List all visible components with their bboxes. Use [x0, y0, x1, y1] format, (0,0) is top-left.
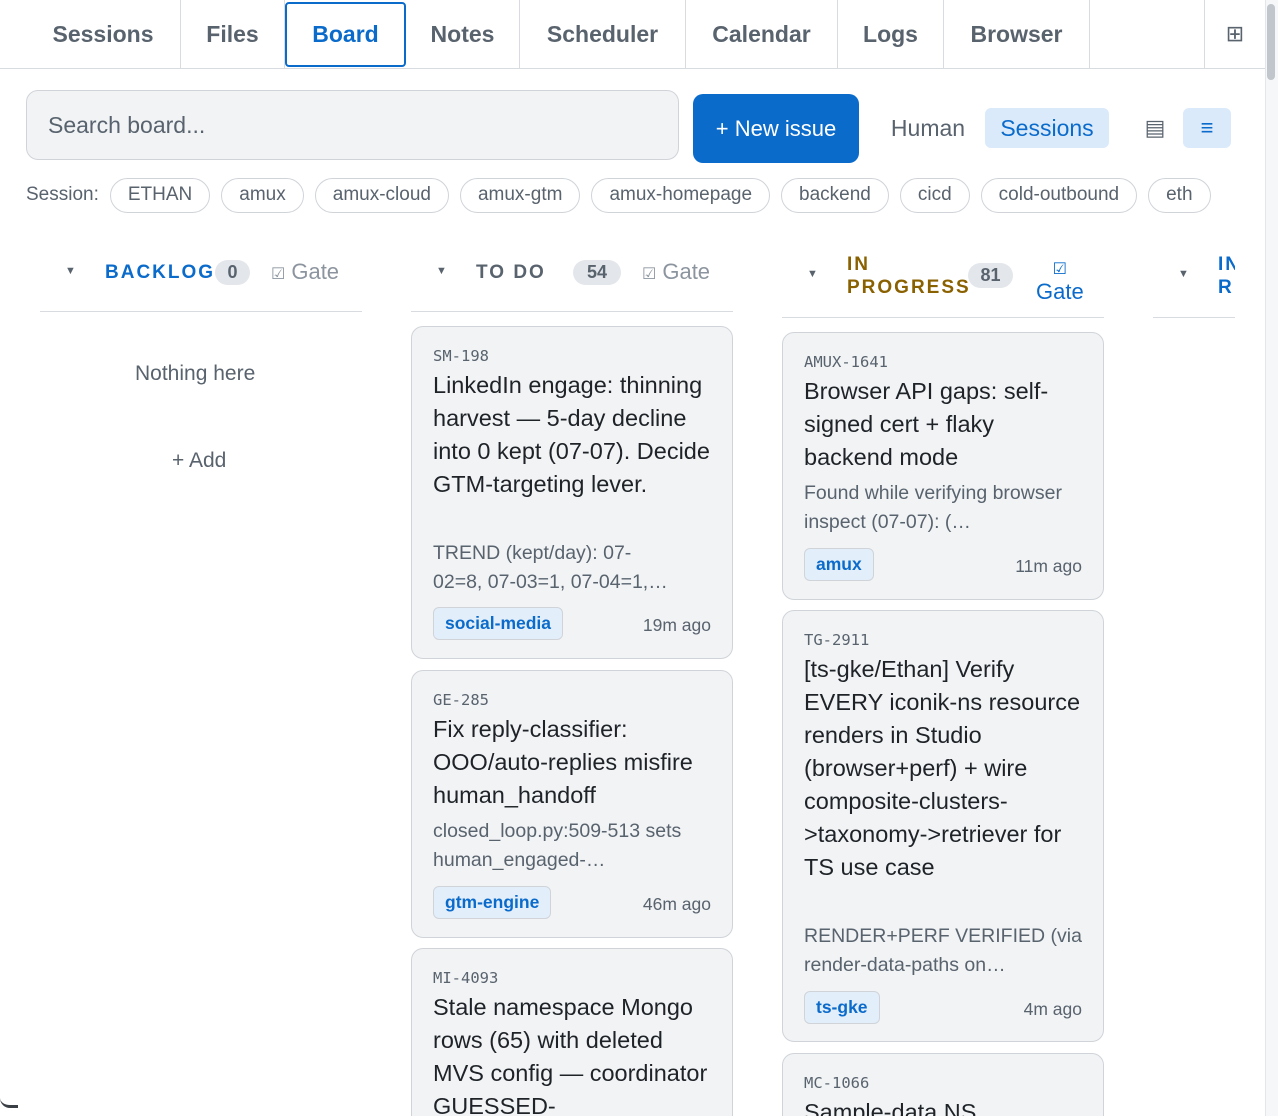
grid-icon[interactable]: ⊞ — [1205, 0, 1265, 68]
main-tab-bar: Sessions Files Board Notes Scheduler Cal… — [0, 0, 1265, 69]
column-title-line-2: RE — [1218, 277, 1235, 298]
session-chip[interactable]: amux-homepage — [591, 177, 771, 213]
session-chip[interactable]: amux-gtm — [459, 177, 581, 213]
session-chip[interactable]: ETHAN — [109, 177, 211, 213]
column-count-badge: 81 — [968, 263, 1013, 288]
compact-view-icon[interactable]: ▤ — [1131, 108, 1179, 148]
tab-notes[interactable]: Notes — [406, 0, 520, 68]
issue-tag[interactable]: social-media — [433, 607, 564, 640]
column-title: BACKLOG — [105, 262, 216, 283]
issue-age: 19m ago — [642, 615, 711, 635]
issue-title: Stale namespace Mongo rows (65) with del… — [433, 994, 708, 1116]
issue-id: AMUX-1641 — [804, 353, 888, 371]
tab-logs[interactable]: Logs — [838, 0, 944, 68]
issue-tag[interactable]: amux — [804, 548, 874, 581]
column-header-todo: ▼ TO DO 54 ☑ Gate — [411, 240, 733, 312]
gate-toggle[interactable]: ☑ Gate — [642, 259, 710, 285]
issue-card[interactable]: AMUX-1641 Browser API gaps: self-signed … — [782, 332, 1104, 600]
issue-id: GE-285 — [433, 691, 489, 709]
column-count-badge: 54 — [573, 260, 621, 285]
session-chip[interactable]: amux — [221, 177, 304, 213]
session-chip[interactable]: eth — [1148, 177, 1211, 213]
issue-title: Browser API gaps: self-signed cert + fla… — [804, 378, 1049, 470]
issue-card[interactable]: TG-2911 [ts-gke/Ethan] Verify EVERY icon… — [782, 610, 1104, 1042]
column-header-backlog: ▼ BACKLOG 0 ☑ Gate — [40, 240, 362, 312]
issue-age: 11m ago — [1015, 556, 1082, 576]
issue-title: Fix reply-classifier: OOO/auto-replies m… — [433, 716, 693, 808]
tab-browser[interactable]: Browser — [944, 0, 1090, 68]
vertical-scrollbar[interactable] — [1265, 0, 1278, 1116]
search-board-input[interactable] — [26, 90, 679, 160]
column-count-badge: 0 — [215, 260, 250, 285]
column-title: TO DO — [476, 262, 546, 283]
checkbox-icon: ☑ — [1052, 261, 1068, 278]
tab-calendar[interactable]: Calendar — [686, 0, 838, 68]
list-view-icon[interactable]: ≡ — [1183, 108, 1231, 148]
issue-description: Found while verifying browser inspect (0… — [804, 482, 1062, 533]
tab-board[interactable]: Board — [285, 2, 406, 67]
tab-bar-spacer — [0, 0, 26, 68]
issue-description-continued: 02=8, 07-03=1, 07-04=1,… — [433, 571, 668, 593]
issue-card[interactable]: MC-1066 Sample-data NS — [782, 1053, 1104, 1116]
issue-age: 4m ago — [1023, 999, 1082, 1019]
empty-column-text: Nothing here — [135, 362, 256, 385]
issue-tag[interactable]: gtm-engine — [433, 886, 552, 919]
issue-card[interactable]: MI-4093 Stale namespace Mongo rows (65) … — [411, 948, 733, 1116]
session-filter-label: Session: — [26, 184, 99, 205]
column-header-in-review: ▼ INRE — [1153, 240, 1235, 318]
gate-toggle[interactable]: ☑ Gate — [1036, 256, 1084, 303]
issue-title: LinkedIn engage: thinning harvest — 5-da… — [433, 372, 710, 497]
tab-files[interactable]: Files — [181, 0, 285, 68]
issue-card[interactable]: GE-285 Fix reply-classifier: OOO/auto-re… — [411, 670, 733, 938]
issue-tag[interactable]: ts-gke — [804, 991, 880, 1024]
session-filter-row: Session: ETHAN amux amux-cloud amux-gtm … — [26, 177, 1236, 213]
checkbox-icon: ☑ — [642, 266, 657, 283]
issue-title: Sample-data NS — [804, 1099, 977, 1116]
column-title-line-2: PROGRESS — [847, 277, 971, 298]
issue-card[interactable]: SM-198 LinkedIn engage: thinning harvest… — [411, 326, 733, 659]
issue-description: RENDER+PERF VERIFIED (via render-data-pa… — [804, 925, 1082, 976]
add-card-link[interactable]: + Add — [172, 449, 226, 473]
issue-age: 46m ago — [642, 894, 711, 914]
issue-id: SM-198 — [433, 347, 489, 365]
scrollbar-thumb[interactable] — [1267, 4, 1275, 80]
tab-scheduler[interactable]: Scheduler — [520, 0, 686, 68]
collapse-caret-icon[interactable]: ▼ — [807, 268, 818, 280]
session-chip[interactable]: cold-outbound — [980, 177, 1138, 213]
column-header-in-progress: ▼ IN PROGRESS 81 ☑ Gate — [782, 240, 1104, 318]
resize-handle-icon[interactable] — [0, 1094, 18, 1108]
column-title-line-1: IN — [847, 254, 870, 275]
column-title-line-1: IN — [1218, 254, 1235, 275]
gate-toggle[interactable]: ☑ Gate — [271, 259, 339, 285]
session-chip[interactable]: cicd — [899, 177, 970, 213]
collapse-caret-icon[interactable]: ▼ — [65, 265, 76, 277]
issue-description: closed_loop.py:509-513 sets human_engage… — [433, 820, 682, 871]
issue-description: TREND (kept/day): 07- — [433, 542, 632, 564]
tab-bar-gap — [1090, 0, 1205, 68]
issue-title: [ts-gke/Ethan] Verify EVERY iconik-ns re… — [804, 656, 1081, 880]
column-title: IN PROGRESS — [847, 253, 971, 299]
gate-label: Gate — [662, 259, 711, 284]
collapse-caret-icon[interactable]: ▼ — [436, 265, 447, 277]
issue-id: MI-4093 — [433, 969, 499, 987]
new-issue-button[interactable]: + New issue — [693, 94, 859, 163]
gate-label: Gate — [291, 259, 340, 284]
issue-id: TG-2911 — [804, 631, 870, 649]
issue-id: MC-1066 — [804, 1074, 870, 1092]
tab-sessions[interactable]: Sessions — [26, 0, 181, 68]
session-chip[interactable]: amux-cloud — [314, 177, 449, 213]
column-title: INRE — [1218, 253, 1235, 299]
session-chip[interactable]: backend — [781, 177, 889, 213]
view-sessions-toggle[interactable]: Sessions — [985, 108, 1109, 148]
gate-label: Gate — [1036, 279, 1084, 304]
collapse-caret-icon[interactable]: ▼ — [1178, 268, 1189, 280]
view-human-toggle[interactable]: Human — [878, 108, 978, 148]
checkbox-icon: ☑ — [271, 266, 286, 283]
